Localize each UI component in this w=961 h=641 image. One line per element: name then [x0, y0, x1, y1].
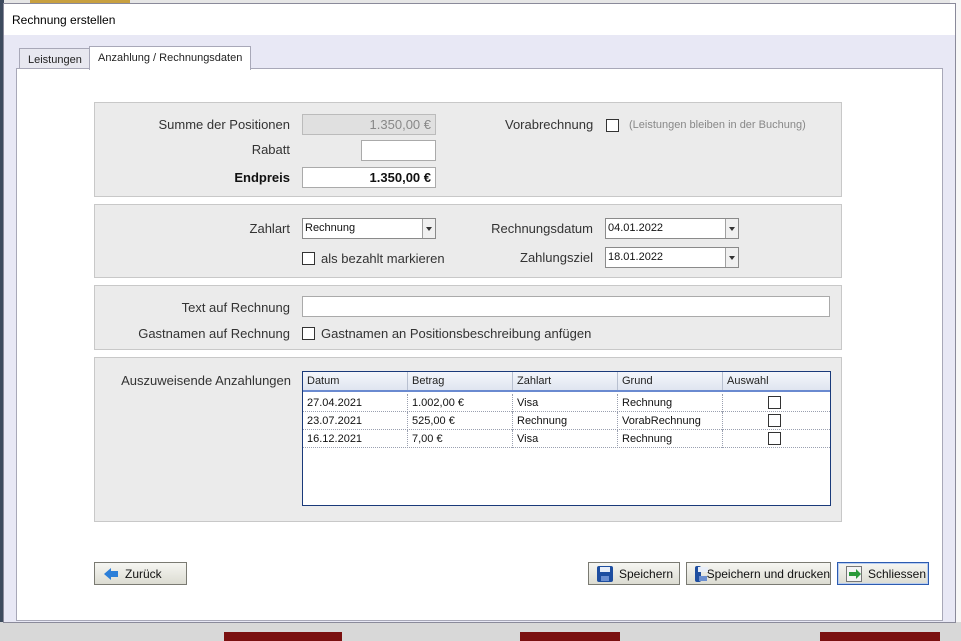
prepayment-label: Vorabrechnung: [505, 117, 594, 132]
dialog-titlebar: Rechnung erstellen: [4, 4, 955, 35]
sum-positions-label: Summe der Positionen: [158, 117, 290, 132]
invoice-dialog: Rechnung erstellen Leistungen Anzahlung …: [3, 3, 956, 623]
sum-positions-field: 1.350,00 €: [302, 114, 436, 135]
background-app-footer: [0, 622, 961, 641]
payment-due-label: Zahlungsziel: [520, 250, 593, 265]
payment-group: Zahlart Rechnung als bezahlt markieren R…: [94, 204, 842, 278]
chevron-down-icon[interactable]: [725, 219, 738, 238]
cell-betrag: 1.002,00 €: [408, 394, 513, 412]
cell-zahlart: Rechnung: [513, 412, 618, 430]
discount-field[interactable]: [361, 140, 436, 161]
cell-auswahl: [723, 430, 830, 448]
cell-auswahl: [723, 394, 830, 412]
column-header-datum[interactable]: Datum: [303, 372, 408, 390]
table-row[interactable]: 16.12.2021 7,00 € Visa Rechnung: [303, 430, 830, 448]
invoice-date-label: Rechnungsdatum: [491, 221, 593, 236]
column-header-grund[interactable]: Grund: [618, 372, 723, 390]
invoice-text-field[interactable]: [302, 296, 830, 317]
cell-zahlart: Visa: [513, 430, 618, 448]
total-price-label: Endpreis: [234, 170, 290, 185]
cell-grund: VorabRechnung: [618, 412, 723, 430]
table-row[interactable]: 23.07.2021 525,00 € Rechnung VorabRechnu…: [303, 412, 830, 430]
tab-panel: Summe der Positionen 1.350,00 € Rabatt E…: [16, 68, 943, 621]
chevron-down-icon[interactable]: [725, 248, 738, 267]
close-button-label: Schliessen: [868, 566, 927, 581]
column-header-auswahl[interactable]: Auswahl: [723, 372, 830, 390]
save-and-print-button-label: Speichern und drucken: [706, 566, 830, 581]
guest-names-label: Gastnamen auf Rechnung: [138, 326, 290, 341]
save-button[interactable]: Speichern: [588, 562, 680, 585]
back-button[interactable]: Zurück: [94, 562, 187, 585]
save-disk-icon: [597, 565, 613, 582]
payment-method-select[interactable]: Rechnung: [302, 218, 436, 239]
payment-method-label: Zahlart: [249, 221, 290, 236]
mark-paid-checkbox[interactable]: [302, 252, 315, 265]
prepayment-hint: (Leistungen bleiben in der Buchung): [629, 119, 806, 131]
discount-label: Rabatt: [251, 142, 290, 157]
close-button[interactable]: Schliessen: [837, 562, 929, 585]
save-button-label: Speichern: [619, 566, 674, 581]
column-header-betrag[interactable]: Betrag: [408, 372, 513, 390]
cell-betrag: 525,00 €: [408, 412, 513, 430]
cell-betrag: 7,00 €: [408, 430, 513, 448]
arrow-left-icon: [103, 566, 119, 582]
payment-due-value: 18.01.2022: [608, 251, 664, 263]
save-disk-icon: [695, 565, 708, 582]
cell-grund: Rechnung: [618, 394, 723, 412]
cell-datum: 27.04.2021: [303, 394, 408, 412]
cell-auswahl: [723, 412, 830, 430]
mark-paid-label: als bezahlt markieren: [321, 251, 445, 266]
background-app-block: [520, 632, 620, 641]
guest-names-option-label: Gastnamen an Positionsbeschreibung anfüg…: [321, 326, 592, 341]
guest-names-checkbox[interactable]: [302, 327, 315, 340]
select-deposit-checkbox[interactable]: [768, 432, 781, 445]
column-header-zahlart[interactable]: Zahlart: [513, 372, 618, 390]
cell-grund: Rechnung: [618, 430, 723, 448]
tab-anzahlung-rechnungsdaten[interactable]: Anzahlung / Rechnungsdaten: [89, 46, 252, 70]
invoice-text-group: Text auf Rechnung Gastnamen auf Rechnung…: [94, 285, 842, 350]
total-price-field[interactable]: 1.350,00 €: [302, 167, 436, 188]
cell-datum: 16.12.2021: [303, 430, 408, 448]
table-row[interactable]: 27.04.2021 1.002,00 € Visa Rechnung: [303, 394, 830, 412]
save-and-print-button[interactable]: Speichern und drucken: [686, 562, 831, 585]
select-deposit-checkbox[interactable]: [768, 414, 781, 427]
chevron-down-icon[interactable]: [422, 219, 435, 238]
cell-zahlart: Visa: [513, 394, 618, 412]
tab-leistungen[interactable]: Leistungen: [19, 48, 91, 70]
invoice-date-value: 04.01.2022: [608, 222, 664, 234]
background-app-block: [820, 632, 940, 641]
table-header: Datum Betrag Zahlart Grund Auswahl: [303, 372, 830, 392]
deposits-label: Auszuweisende Anzahlungen: [121, 373, 291, 388]
back-button-label: Zurück: [125, 566, 162, 581]
background-app-block: [224, 632, 342, 641]
payment-due-picker[interactable]: 18.01.2022: [605, 247, 739, 268]
summary-group: Summe der Positionen 1.350,00 € Rabatt E…: [94, 102, 842, 197]
deposits-table[interactable]: Datum Betrag Zahlart Grund Auswahl 27.04…: [302, 371, 831, 506]
payment-method-value: Rechnung: [305, 222, 356, 234]
invoice-text-label: Text auf Rechnung: [181, 300, 290, 315]
prepayment-checkbox[interactable]: [606, 119, 619, 132]
cell-datum: 23.07.2021: [303, 412, 408, 430]
select-deposit-checkbox[interactable]: [768, 396, 781, 409]
exit-icon: [846, 565, 862, 582]
invoice-date-picker[interactable]: 04.01.2022: [605, 218, 739, 239]
dialog-title: Rechnung erstellen: [12, 13, 116, 27]
